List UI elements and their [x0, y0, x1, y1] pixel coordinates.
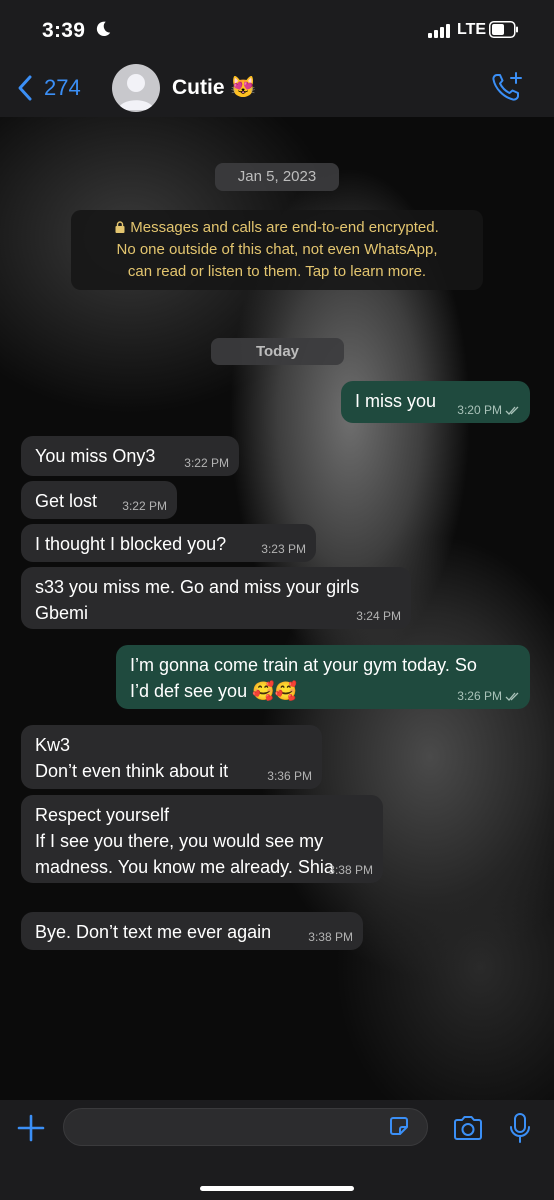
incoming-message[interactable]: Kw3 Don’t even think about it 3:36 PM — [21, 725, 322, 789]
person-icon — [118, 74, 154, 110]
incoming-message[interactable]: I thought I blocked you? 3:23 PM — [21, 524, 316, 562]
read-ticks-icon — [505, 406, 519, 415]
incoming-message[interactable]: Get lost 3:22 PM — [21, 481, 177, 519]
message-time: 3:26 PM — [457, 690, 520, 702]
message-text: If I see you there, you would see my — [35, 831, 324, 851]
message-time: 3:38 PM — [308, 930, 353, 944]
message-input[interactable] — [63, 1108, 428, 1146]
signal-icon — [428, 24, 450, 38]
message-text: Respect yourself — [35, 805, 170, 825]
date-separator: Jan 5, 2023 — [215, 163, 339, 191]
top-bar: 3:39 LTE 274 Cutie 😻 — [0, 0, 554, 117]
plus-icon[interactable] — [17, 1114, 45, 1142]
chat-area[interactable]: Jan 5, 2023 Messages and calls are end-t… — [0, 117, 554, 1100]
outgoing-message[interactable]: I miss you 3:20 PM — [341, 381, 530, 423]
back-button[interactable]: 274 — [16, 74, 81, 102]
message-time: 3:22 PM — [184, 456, 229, 470]
message-text: I’m gonna come train at your gym today. … — [130, 655, 477, 675]
encryption-notice-line: No one outside of this chat, not even Wh… — [116, 241, 438, 258]
camera-icon[interactable] — [452, 1114, 484, 1142]
status-time: 3:39 — [42, 19, 86, 42]
chevron-left-icon — [18, 75, 32, 101]
home-indicator — [200, 1186, 354, 1191]
message-text: Gbemi — [35, 603, 89, 623]
read-ticks-icon — [505, 692, 519, 701]
message-time: 3:20 PM — [457, 404, 520, 416]
avatar[interactable] — [112, 64, 160, 112]
message-text: Kw3 — [35, 735, 71, 755]
sticker-icon[interactable] — [387, 1114, 411, 1138]
encryption-notice-line: Messages and calls are end-to-end encryp… — [71, 217, 483, 239]
message-text: madness. You know me already. Shia — [35, 857, 334, 877]
message-time: 3:36 PM — [267, 769, 312, 783]
today-separator: Today — [211, 338, 344, 365]
moon-icon — [96, 21, 111, 37]
encryption-notice[interactable]: Messages and calls are end-to-end encryp… — [71, 210, 483, 290]
incoming-message[interactable]: s33 you miss me. Go and miss your girls … — [21, 567, 411, 629]
message-time: 3:23 PM — [261, 542, 306, 556]
encryption-notice-line: can read or listen to them. Tap to learn… — [127, 263, 427, 280]
message-text: Bye. Don’t text me ever again — [35, 922, 272, 942]
unread-count: 274 — [44, 75, 81, 100]
encryption-notice-text: Messages and calls are end-to-end encryp… — [130, 219, 439, 236]
add-call-icon[interactable] — [490, 70, 524, 104]
compose-bar — [0, 1100, 554, 1200]
incoming-message[interactable]: You miss Ony3 3:22 PM — [21, 436, 239, 476]
message-time: 3:38 PM — [328, 863, 373, 877]
message-time: 3:24 PM — [356, 609, 401, 623]
outgoing-message[interactable]: I’m gonna come train at your gym today. … — [116, 645, 530, 709]
battery-icon — [489, 21, 518, 38]
incoming-message[interactable]: Bye. Don’t text me ever again 3:38 PM — [21, 912, 363, 950]
message-time: 3:22 PM — [122, 499, 167, 513]
incoming-message[interactable]: Respect yourself If I see you there, you… — [21, 795, 383, 883]
network-label: LTE — [457, 21, 487, 38]
microphone-icon[interactable] — [508, 1112, 532, 1144]
lock-icon — [115, 221, 125, 233]
contact-name[interactable]: Cutie 😻 — [172, 76, 256, 100]
message-text: s33 you miss me. Go and miss your girls — [35, 577, 360, 597]
